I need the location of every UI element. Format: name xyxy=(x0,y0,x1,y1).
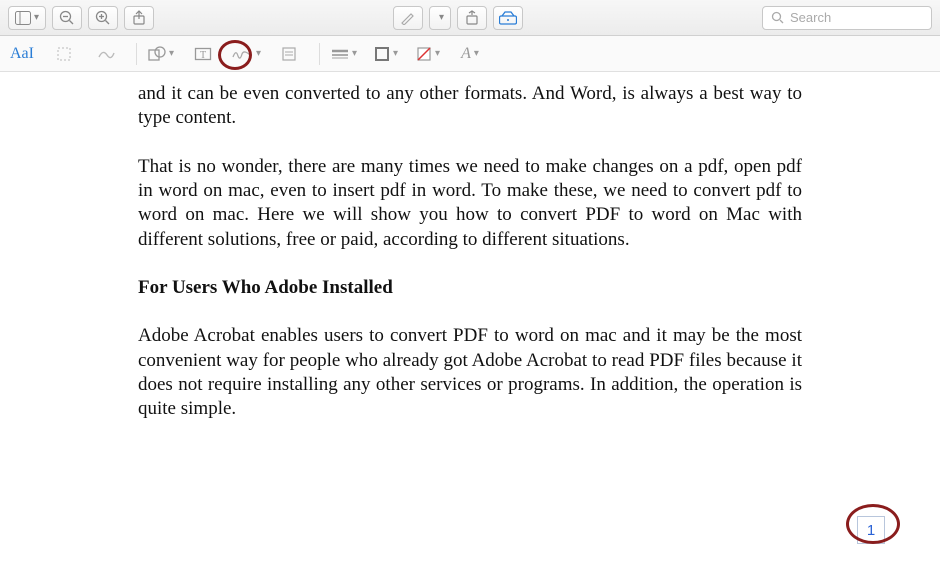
text-style-label: AaI xyxy=(10,45,34,63)
document-text: and it can be even converted to any othe… xyxy=(138,82,802,421)
chevron-down-icon: ▾ xyxy=(435,48,440,59)
divider xyxy=(319,43,320,65)
zoom-in-icon xyxy=(95,10,111,26)
chevron-down-icon: ▾ xyxy=(352,48,357,59)
sketch-icon xyxy=(97,47,115,61)
sign-tool-button[interactable]: ▾ xyxy=(231,41,261,67)
section-heading: For Users Who Adobe Installed xyxy=(138,276,802,300)
chevron-down-icon: ▾ xyxy=(256,48,261,59)
markup-toolbar: AaI ▾ T ▾ ▾ xyxy=(0,36,940,72)
markup-icon xyxy=(499,11,517,25)
rotate-icon xyxy=(465,10,479,26)
selection-tool-button[interactable] xyxy=(50,41,78,67)
chevron-down-icon: ▾ xyxy=(439,12,444,23)
search-icon xyxy=(771,11,784,24)
markup-toolbar-button[interactable] xyxy=(493,6,523,30)
border-color-icon xyxy=(374,46,390,62)
paragraph: That is no wonder, there are many times … xyxy=(138,155,802,252)
sketch-tool-button[interactable] xyxy=(92,41,120,67)
sidebar-toggle-button[interactable]: ▾ xyxy=(8,6,46,30)
fill-color-button[interactable]: ▾ xyxy=(414,41,442,67)
highlight-dropdown[interactable]: ▾ xyxy=(429,6,451,30)
zoom-out-button[interactable] xyxy=(52,6,82,30)
search-input[interactable]: Search xyxy=(762,6,932,30)
top-toolbar: ▾ ▾ Search xyxy=(0,0,940,36)
text-style-button[interactable]: AaI xyxy=(8,41,36,67)
paragraph-partial: and it can be even converted to any othe… xyxy=(138,82,802,131)
share-button[interactable] xyxy=(124,6,154,30)
note-tool-button[interactable] xyxy=(275,41,303,67)
highlight-icon xyxy=(400,11,416,25)
sign-icon xyxy=(231,47,253,61)
chevron-down-icon: ▾ xyxy=(34,12,39,23)
line-style-icon xyxy=(331,48,349,60)
zoom-in-button[interactable] xyxy=(88,6,118,30)
chevron-down-icon: ▾ xyxy=(393,48,398,59)
svg-text:T: T xyxy=(200,50,206,61)
rotate-button[interactable] xyxy=(457,6,487,30)
text-box-tool-button[interactable]: T xyxy=(189,41,217,67)
note-icon xyxy=(281,46,297,62)
paragraph: Adobe Acrobat enables users to convert P… xyxy=(138,324,802,421)
text-box-icon: T xyxy=(194,46,212,62)
highlight-button[interactable] xyxy=(393,6,423,30)
page-number-field[interactable]: 1 xyxy=(857,516,885,544)
zoom-out-icon xyxy=(59,10,75,26)
line-style-button[interactable]: ▾ xyxy=(330,41,358,67)
border-color-button[interactable]: ▾ xyxy=(372,41,400,67)
shapes-tool-button[interactable]: ▾ xyxy=(147,41,175,67)
document-page: and it can be even converted to any othe… xyxy=(8,72,932,566)
selection-icon xyxy=(56,46,72,62)
sidebar-icon xyxy=(15,11,31,25)
fill-color-icon xyxy=(416,46,432,62)
document-viewport[interactable]: and it can be even converted to any othe… xyxy=(0,72,940,566)
font-tool-button[interactable]: A ▾ xyxy=(456,41,484,67)
font-icon: A xyxy=(461,45,471,63)
share-icon xyxy=(132,10,146,26)
shapes-icon xyxy=(148,46,166,62)
divider xyxy=(136,43,137,65)
search-placeholder: Search xyxy=(790,10,831,25)
chevron-down-icon: ▾ xyxy=(474,48,479,59)
chevron-down-icon: ▾ xyxy=(169,48,174,59)
page-number-value: 1 xyxy=(867,522,875,539)
